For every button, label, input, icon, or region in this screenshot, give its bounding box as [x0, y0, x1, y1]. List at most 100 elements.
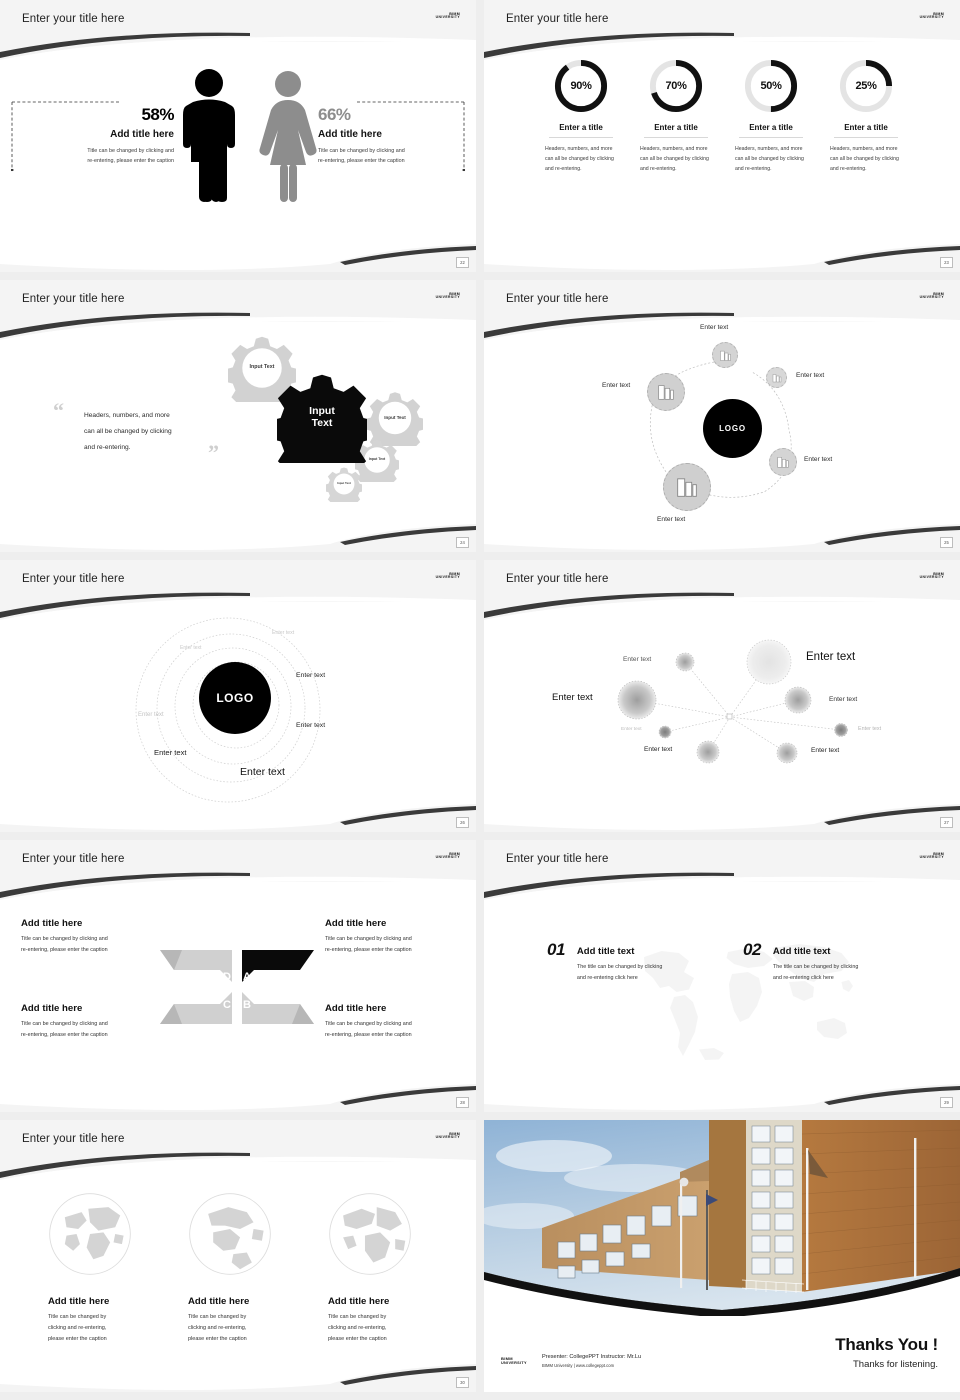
- hub-center-logo[interactable]: LOGO: [703, 399, 762, 458]
- left-percent-value: 58%: [141, 105, 174, 124]
- page-number: 24: [456, 537, 469, 548]
- footer-swoosh-decoration: [484, 524, 960, 552]
- item-caption-2-line-2: and re-entering click here: [772, 974, 834, 981]
- building-icon: [766, 367, 787, 388]
- slide-thanks-closing[interactable]: BIMM UNIVERSITY Presenter: CollegePPT In…: [484, 1120, 960, 1392]
- hub-center-label: LOGO: [719, 424, 746, 433]
- slide-concentric-logo[interactable]: Enter your title here BIMM UNIVERSITY LO…: [0, 560, 476, 832]
- university-logo: BIMM UNIVERSITY: [920, 572, 944, 580]
- hub-node-left[interactable]: [647, 373, 685, 411]
- page-number: 27: [940, 817, 953, 828]
- slide-title: Enter your title here: [506, 293, 609, 305]
- page-number: 22: [456, 257, 469, 268]
- page-number: 29: [940, 1097, 953, 1108]
- concentric-center-label: LOGO: [216, 691, 254, 705]
- quadrant-caption-line-1: Title can be changed by clicking and: [325, 936, 412, 942]
- left-caption-line-2: re-entering, please enter the caption: [87, 158, 174, 165]
- numbered-item-2[interactable]: 02 Add title text The title can be chang…: [743, 940, 918, 984]
- node-label-4: Enter text: [829, 696, 858, 703]
- globe-caption-3-line-3: please enter the caption: [328, 1336, 387, 1342]
- hub-node-bottom[interactable]: [663, 463, 711, 511]
- donut-item-2[interactable]: 70% Enter a title Headers, numbers, and …: [624, 58, 728, 174]
- slide-title: Enter your title here: [22, 1133, 125, 1145]
- donut-chart-2: 70%: [648, 58, 704, 114]
- right-percent-value: 66%: [318, 105, 351, 124]
- globe-item-3[interactable]: Add title here Title can be changed by c…: [328, 1192, 412, 1345]
- slide-gears-quote[interactable]: Enter your title here BIMM UNIVERSITY “ …: [0, 280, 476, 552]
- item-caption-1-line-2: and re-entering click here: [576, 974, 638, 981]
- left-caption-line-1: Title can be changed by clicking and: [87, 148, 174, 154]
- item-number-1: 01: [547, 940, 565, 959]
- donut-value-1: 90%: [570, 80, 592, 92]
- quadrant-text-top-right: Add title here Title can be changed by c…: [325, 918, 475, 956]
- hub-node-top[interactable]: [712, 342, 738, 368]
- building-icon: [647, 373, 685, 411]
- donut-item-1[interactable]: 90% Enter a title Headers, numbers, and …: [529, 58, 633, 174]
- globe-item-1[interactable]: Add title here Title can be changed by c…: [48, 1192, 132, 1345]
- ring-label-1: Enter text: [272, 630, 295, 636]
- slide-logo-hub-buildings[interactable]: Enter your title here BIMM UNIVERSITY En…: [484, 280, 960, 552]
- thanks-block: Thanks You ! Thanks for listening.: [835, 1335, 938, 1370]
- university-logo: BIMM UNIVERSITY: [436, 852, 460, 860]
- x-arrow-diagram[interactable]: D A C B: [158, 944, 316, 1030]
- ring-label-2: Enter text: [180, 645, 202, 651]
- footer-swoosh-decoration: [0, 1084, 476, 1112]
- numbered-item-1[interactable]: 01 Add title text The title can be chang…: [547, 940, 722, 984]
- footer-swoosh-decoration: [484, 1084, 960, 1112]
- page-number: 28: [456, 1097, 469, 1108]
- ring-label-3: Enter text: [296, 672, 326, 679]
- item-caption-2-line-1: The title can be changed by clicking: [772, 964, 859, 970]
- ring-label-4: Enter text: [296, 722, 326, 729]
- slide-title: Enter your title here: [22, 573, 125, 585]
- node-label-3: Enter text: [552, 692, 593, 703]
- slide-x-arrows-quadrants[interactable]: Enter your title here BIMM UNIVERSITY Ad…: [0, 840, 476, 1112]
- footer-swoosh-decoration: [0, 524, 476, 552]
- item-caption-1-line-1: The title can be changed by clicking: [576, 964, 663, 970]
- slide-title: Enter your title here: [22, 293, 125, 305]
- gear-1[interactable]: Input Text: [269, 373, 375, 482]
- donut-item-3[interactable]: 50% Enter a title Headers, numbers, and …: [719, 58, 823, 174]
- hub-node-right-lower[interactable]: [769, 448, 797, 476]
- logo-line-2: UNIVERSITY: [435, 855, 460, 860]
- globe-item-2[interactable]: Add title here Title can be changed by c…: [188, 1192, 272, 1345]
- quadrant-caption-line-1: Title can be changed by clicking and: [21, 936, 108, 942]
- gear-1-label: Input Text: [309, 405, 335, 429]
- right-caption-line-1: Title can be changed by clicking and: [318, 148, 405, 154]
- university-logo: BIMM UNIVERSITY: [436, 292, 460, 300]
- globe-caption-2-line-3: please enter the caption: [188, 1336, 247, 1342]
- footer-swoosh-decoration: [484, 244, 960, 272]
- slide-three-globes[interactable]: Enter your title here BIMM UNIVERSITY Ad…: [0, 1120, 476, 1392]
- thanks-title: Thanks You !: [835, 1335, 938, 1354]
- slide-people-percent[interactable]: Enter your title here BIMM UNIVERSITY 58…: [0, 0, 476, 272]
- slide-radial-nodes[interactable]: Enter your title here BIMM UNIVERSITY En…: [484, 560, 960, 832]
- university-logo: BIMM UNIVERSITY: [436, 12, 460, 20]
- item-heading-2: Add title text: [772, 946, 831, 957]
- right-heading: Add title here: [318, 129, 382, 140]
- donut-chart-1: 90%: [553, 58, 609, 114]
- source-line: BIMM University | www.collegeppt.com: [542, 1363, 615, 1368]
- node-label-1: Enter text: [623, 656, 652, 663]
- hub-node-right-upper[interactable]: [766, 367, 787, 388]
- item-heading-1: Add title text: [576, 946, 635, 957]
- gear-5[interactable]: Input Text: [324, 466, 364, 508]
- donut-value-4: 25%: [855, 80, 877, 92]
- concentric-center-logo[interactable]: LOGO: [199, 662, 271, 734]
- item-number-2: 02: [743, 940, 761, 959]
- divider: [549, 137, 613, 138]
- globe-caption-3-line-1: Title can be changed by: [328, 1314, 387, 1320]
- footer-swoosh-decoration: [0, 804, 476, 832]
- slide-title: Enter your title here: [22, 13, 125, 25]
- building-icon: [769, 448, 797, 476]
- donut-item-4[interactable]: 25% Enter a title Headers, numbers, and …: [814, 58, 918, 174]
- male-figure-icon: [183, 69, 235, 202]
- hub-label-right-upper: Enter text: [796, 372, 825, 379]
- node-label-2: Enter text: [806, 651, 856, 663]
- slide-donut-percent[interactable]: Enter your title here BIMM UNIVERSITY 90…: [484, 0, 960, 272]
- quadrant-text-bottom-left: Add title here Title can be changed by c…: [21, 1003, 171, 1041]
- quadrant-heading: Add title here: [21, 1003, 83, 1014]
- university-logo: BIMM UNIVERSITY: [920, 12, 944, 20]
- slide-numbered-worldmap[interactable]: Enter your title here BIMM UNIVERSITY 01…: [484, 840, 960, 1112]
- gear-5-label: Input Text: [337, 481, 351, 486]
- quote-open-icon: “: [53, 398, 64, 423]
- left-heading: Add title here: [110, 129, 174, 140]
